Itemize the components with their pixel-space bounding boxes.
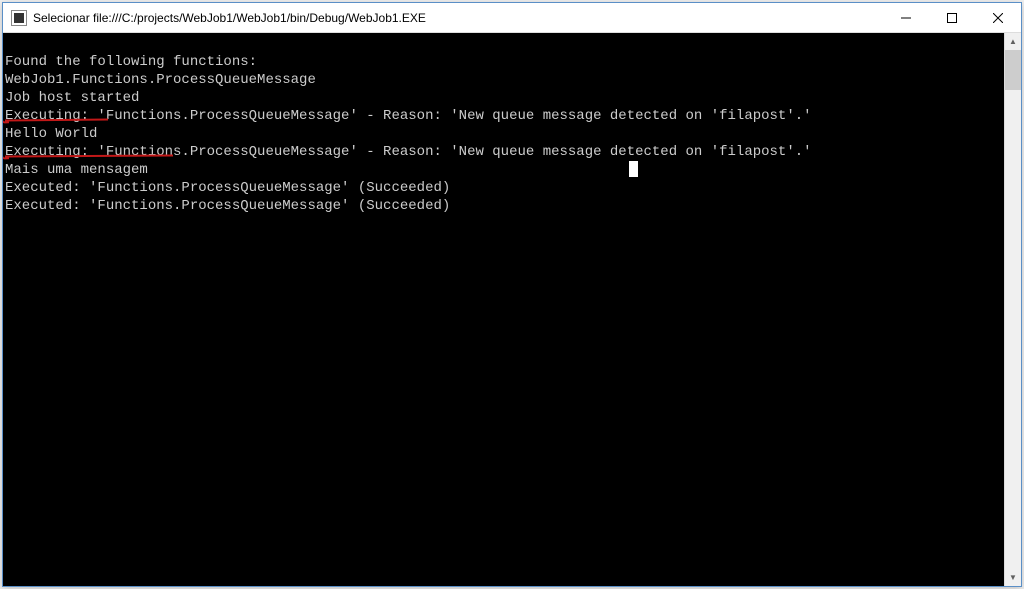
console-line: Mais uma mensagem [5, 162, 148, 178]
chevron-down-icon: ▼ [1009, 573, 1017, 582]
titlebar[interactable]: Selecionar file:///C:/projects/WebJob1/W… [3, 3, 1021, 33]
scroll-down-button[interactable]: ▼ [1005, 569, 1021, 586]
console-line: Job host started [5, 90, 139, 106]
scroll-track[interactable] [1005, 50, 1021, 569]
console-line: Found the following functions: [5, 54, 257, 70]
text-cursor [629, 161, 638, 177]
console-output[interactable]: Found the following functions: WebJob1.F… [3, 33, 1004, 586]
chevron-up-icon: ▲ [1009, 37, 1017, 46]
console-line: WebJob1.Functions.ProcessQueueMessage [5, 72, 316, 88]
vertical-scrollbar[interactable]: ▲ ▼ [1004, 33, 1021, 586]
close-button[interactable] [975, 3, 1021, 32]
console-line: Executing: 'Functions.ProcessQueueMessag… [5, 108, 812, 124]
maximize-button[interactable] [929, 3, 975, 32]
console-window: Selecionar file:///C:/projects/WebJob1/W… [2, 2, 1022, 587]
minimize-icon [901, 13, 911, 23]
app-icon [11, 10, 27, 26]
window-title: Selecionar file:///C:/projects/WebJob1/W… [33, 11, 883, 25]
minimize-button[interactable] [883, 3, 929, 32]
console-line: Executed: 'Functions.ProcessQueueMessage… [5, 180, 450, 196]
console-line: Executing: 'Functions.ProcessQueueMessag… [5, 144, 812, 160]
console-line: Hello World [5, 126, 97, 142]
maximize-icon [947, 13, 957, 23]
scroll-thumb[interactable] [1005, 50, 1021, 90]
window-controls [883, 3, 1021, 32]
scroll-up-button[interactable]: ▲ [1005, 33, 1021, 50]
close-icon [993, 13, 1003, 23]
console-line: Executed: 'Functions.ProcessQueueMessage… [5, 198, 450, 214]
console-area: Found the following functions: WebJob1.F… [3, 33, 1021, 586]
